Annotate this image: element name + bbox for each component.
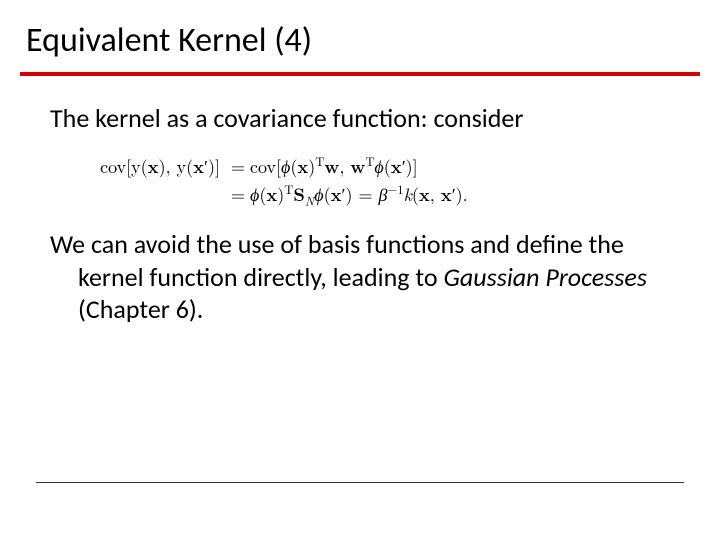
equation-rhs-2: ϕ(x)TSNϕ(x′) = β−1k(x, x′).: [250, 181, 670, 210]
paragraph-conclusion: We can avoid the use of basis functions …: [50, 228, 670, 326]
equation-line-2: = ϕ(x)TSNϕ(x′) = β−1k(x, x′).: [90, 181, 670, 210]
equation-block: cov[y(x), y(x′)] = cov[ϕ(x)Tw, wTϕ(x′)] …: [90, 153, 670, 211]
slide-body: The kernel as a covariance function: con…: [50, 96, 670, 326]
equals-sign: =: [226, 181, 250, 210]
equals-sign: =: [226, 153, 250, 182]
equation-line-1: cov[y(x), y(x′)] = cov[ϕ(x)Tw, wTϕ(x′)]: [90, 153, 670, 182]
para2-text-b: (Chapter 6).: [78, 293, 203, 325]
slide: Equivalent Kernel (4) The kernel as a co…: [0, 0, 720, 540]
title-underline: [20, 72, 700, 76]
para2-text-italic: Gaussian Processes: [443, 261, 646, 293]
equation-lhs: cov[y(x), y(x′)]: [90, 153, 226, 182]
paragraph-intro: The kernel as a covariance function: con…: [50, 102, 670, 135]
slide-title: Equivalent Kernel (4): [26, 20, 312, 61]
equation-rhs-1: cov[ϕ(x)Tw, wTϕ(x′)]: [250, 153, 670, 182]
footer-rule: [36, 482, 684, 483]
